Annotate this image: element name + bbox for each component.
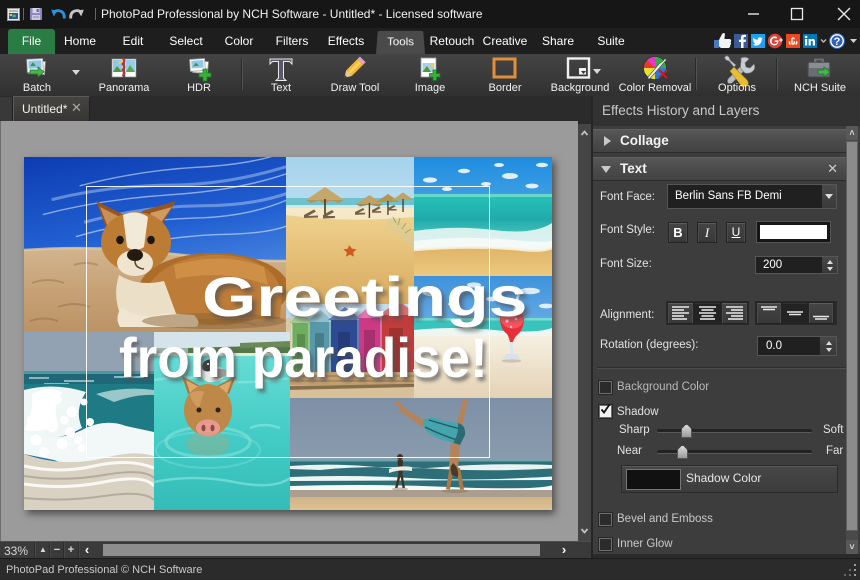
- svg-text:?: ?: [834, 36, 841, 48]
